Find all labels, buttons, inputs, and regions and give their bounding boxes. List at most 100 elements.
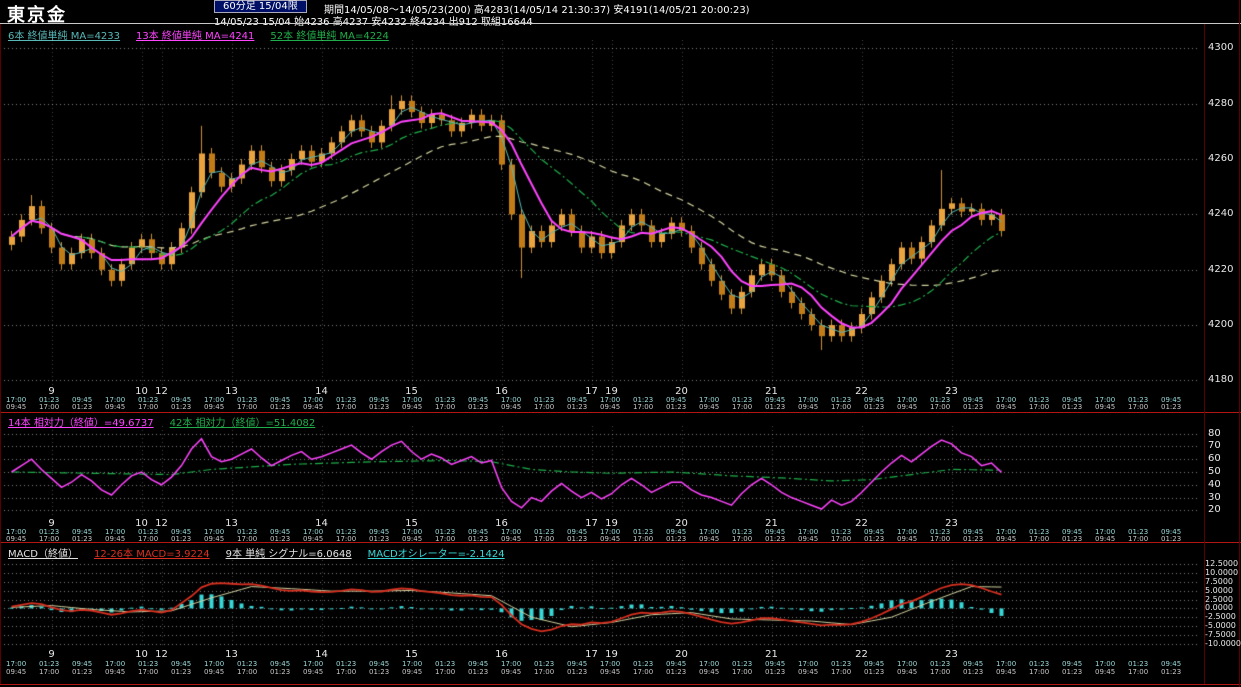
time-label: 09:45 (798, 535, 819, 543)
date-label: 19 (605, 649, 618, 660)
time-label: 01:23 (369, 403, 390, 411)
time-label: 01:23 (666, 403, 687, 411)
time-label: 17:00 (633, 403, 654, 411)
time-label: 17:00 (534, 403, 555, 411)
rsi-canvas[interactable] (0, 426, 1205, 518)
time-label: 09:45 (204, 403, 225, 411)
time-label: 01:23 (468, 403, 489, 411)
time-label: 09:45 (600, 668, 621, 676)
date-label: 22 (855, 649, 868, 660)
time-label: 09:45 (996, 403, 1017, 411)
macd-axis-label: 2.5000 (1205, 594, 1233, 604)
date-label: 15 (405, 649, 418, 660)
time-label: 01:23 (567, 535, 588, 543)
time-label: 01:23 (732, 660, 753, 668)
time-label: 01:23 (963, 403, 984, 411)
time-label: 09:45 (6, 403, 27, 411)
time-label: 01:23 (567, 403, 588, 411)
time-label: 09:45 (303, 668, 324, 676)
time-label: 01:23 (270, 403, 291, 411)
time-label: 17:00 (1095, 660, 1116, 668)
time-label: 17:00 (1029, 403, 1050, 411)
date-label: 9 (48, 649, 55, 660)
time-label: 01:23 (336, 660, 357, 668)
time-label: 01:23 (171, 403, 192, 411)
time-label: 01:23 (765, 403, 786, 411)
time-label: 17:00 (1029, 668, 1050, 676)
time-label: 01:23 (171, 535, 192, 543)
date-label: 13 (225, 649, 238, 660)
time-label: 01:23 (369, 668, 390, 676)
time-label: 01:23 (1161, 403, 1182, 411)
time-label: 17:00 (930, 535, 951, 543)
time-label: 17:00 (237, 535, 258, 543)
date-label: 20 (675, 649, 688, 660)
rsi-axis-label: 20 (1208, 504, 1221, 516)
price-axis-label: 4260 (1208, 153, 1234, 165)
time-label: 01:23 (138, 660, 159, 668)
legend-item: MACDオシレーター=-2.1424 (367, 549, 505, 560)
time-label: 09:45 (765, 660, 786, 668)
macd-canvas[interactable] (0, 560, 1205, 648)
time-label: 17:00 (897, 660, 918, 668)
time-label: 09:45 (402, 535, 423, 543)
macd-axis-label: 5.0000 (1205, 585, 1233, 595)
time-label: 01:23 (468, 668, 489, 676)
macd-axis-label: 0.0000 (1205, 603, 1233, 613)
macd-axis-label: 7.5000 (1205, 577, 1233, 586)
time-label: 01:23 (1161, 668, 1182, 676)
time-label: 17:00 (534, 668, 555, 676)
time-label: 09:45 (699, 403, 720, 411)
time-label: 17:00 (39, 403, 60, 411)
time-label: 09:45 (963, 660, 984, 668)
time-label: 09:45 (864, 660, 885, 668)
time-label: 09:45 (6, 668, 27, 676)
time-label: 17:00 (237, 668, 258, 676)
time-label: 17:00 (303, 660, 324, 668)
time-label: 01:23 (963, 668, 984, 676)
date-label: 17 (585, 649, 598, 660)
time-label: 01:23 (633, 660, 654, 668)
time-label: 01:23 (864, 668, 885, 676)
price-axis-label: 4200 (1208, 319, 1234, 331)
time-label: 17:00 (402, 660, 423, 668)
quote-info: 14/05/23 15/04 始4236 高4237 安4232 終4234 出… (214, 17, 533, 28)
time-label: 09:45 (699, 668, 720, 676)
timeframe-selector[interactable]: 60分足 15/04限 (214, 0, 307, 13)
time-label: 09:45 (105, 668, 126, 676)
header-rule (0, 23, 1241, 24)
time-label: 09:45 (1161, 660, 1182, 668)
bottom-rule (0, 684, 1241, 685)
time-label: 09:45 (567, 660, 588, 668)
time-label: 09:45 (171, 660, 192, 668)
time-label: 17:00 (732, 535, 753, 543)
time-label: 17:00 (732, 668, 753, 676)
time-label: 01:23 (864, 535, 885, 543)
time-label: 17:00 (930, 668, 951, 676)
time-label: 09:45 (897, 403, 918, 411)
time-label: 01:23 (534, 660, 555, 668)
time-label: 09:45 (996, 535, 1017, 543)
time-label: 17:00 (1128, 535, 1149, 543)
time-label: 01:23 (666, 535, 687, 543)
time-label: 09:45 (1095, 535, 1116, 543)
time-label: 17:00 (336, 403, 357, 411)
time-label: 17:00 (600, 660, 621, 668)
time-label: 17:00 (699, 660, 720, 668)
time-label: 17:00 (996, 660, 1017, 668)
time-label: 09:45 (270, 660, 291, 668)
price-axis-label: 4180 (1208, 374, 1234, 386)
time-label: 17:00 (501, 660, 522, 668)
price-axis-label: 4300 (1208, 42, 1234, 54)
macd-axis-label: -7.5000 (1205, 629, 1236, 639)
price-axis-label: 4240 (1208, 208, 1234, 220)
macd-axis-label: 10.0000 (1205, 568, 1239, 578)
time-label: 17:00 (831, 535, 852, 543)
time-label: 09:45 (1062, 660, 1083, 668)
time-label: 17:00 (39, 668, 60, 676)
time-label: 01:23 (765, 535, 786, 543)
price-axis-label: 4280 (1208, 97, 1234, 109)
date-label: 10 (135, 649, 148, 660)
time-label: 09:45 (699, 535, 720, 543)
main-price-canvas[interactable] (0, 40, 1205, 386)
